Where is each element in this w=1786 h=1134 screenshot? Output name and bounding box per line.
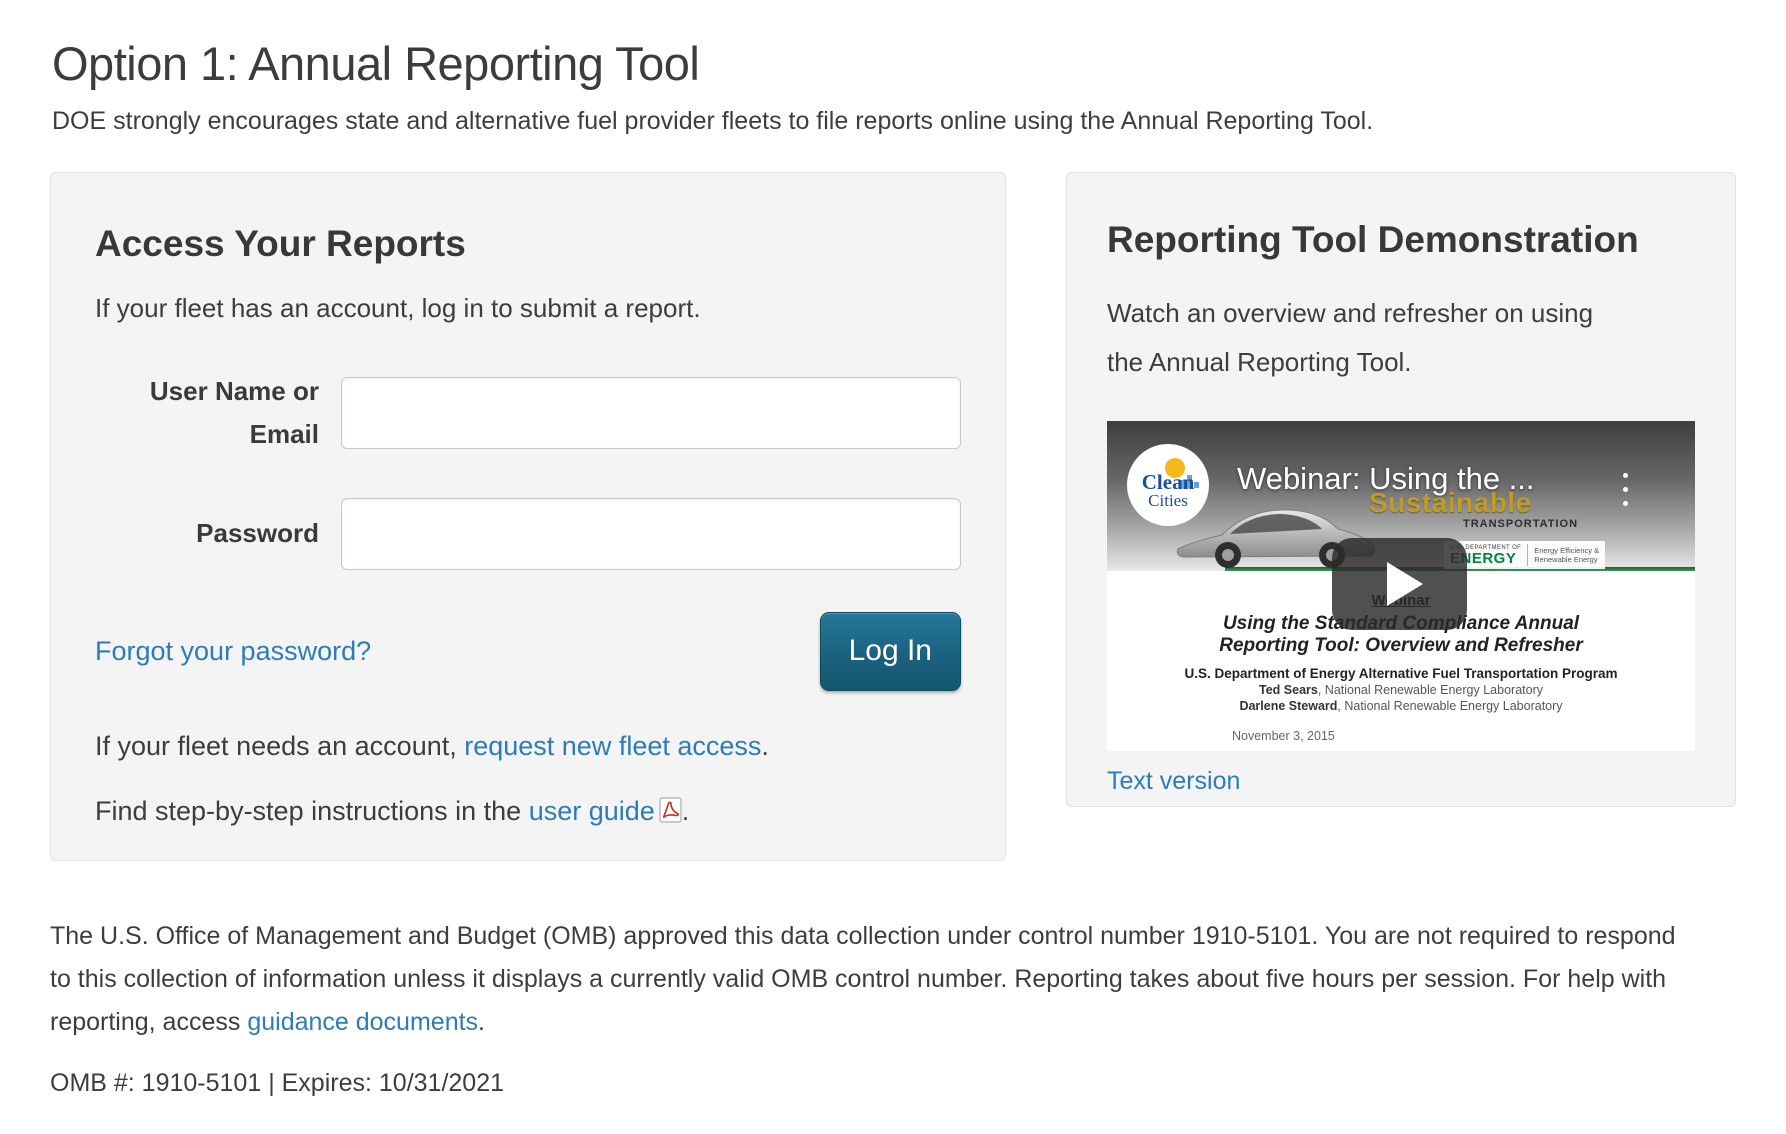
access-reports-card: Access Your Reports If your fleet has an… xyxy=(50,172,1006,861)
omb-line1: The U.S. Office of Management and Budget… xyxy=(50,922,1676,950)
username-input[interactable] xyxy=(341,377,961,449)
omb-number-line: OMB #: 1910-5101 | Expires: 10/31/2021 xyxy=(50,1069,1736,1098)
demo-card-intro: Watch an overview and refresher on using… xyxy=(1107,289,1695,387)
username-row: User Name or Email xyxy=(95,370,961,456)
demo-intro-line1: Watch an overview and refresher on using xyxy=(1107,298,1593,328)
page-title: Option 1: Annual Reporting Tool xyxy=(52,36,1736,91)
transportation-watermark: TRANSPORTATION xyxy=(1463,518,1578,530)
user-guide-link[interactable]: user guide xyxy=(529,796,655,826)
presenter2-name: Darlene Steward xyxy=(1239,699,1337,713)
request-access-prefix: If your fleet needs an account, xyxy=(95,731,464,761)
slide-presenter-2: Darlene Steward, National Renewable Ener… xyxy=(1107,699,1695,713)
demo-card: Reporting Tool Demonstration Watch an ov… xyxy=(1066,172,1736,807)
kebab-menu-icon[interactable] xyxy=(1621,473,1629,515)
user-guide-prefix: Find step-by-step instructions in the xyxy=(95,796,529,826)
user-guide-line: Find step-by-step instructions in the us… xyxy=(95,796,961,827)
omb-line3-suffix: . xyxy=(478,1008,485,1036)
password-label: Password xyxy=(95,512,319,555)
doe-energy-logo: U.S. DEPARTMENT OF ENERGY Energy Efficie… xyxy=(1444,541,1605,569)
password-label-text: Password xyxy=(196,518,319,548)
energy-logo-sub-line2: Renewable Energy xyxy=(1534,555,1599,564)
clean-cities-logo: Clean Cities xyxy=(1127,444,1209,526)
text-version-link[interactable]: Text version xyxy=(1107,767,1240,796)
slide-organization: U.S. Department of Energy Alternative Fu… xyxy=(1107,666,1695,681)
slide-title-line2: Reporting Tool: Overview and Refresher xyxy=(1219,635,1583,656)
play-button[interactable] xyxy=(1332,538,1467,630)
energy-logo-sub-line1: Energy Efficiency & xyxy=(1534,546,1599,555)
demo-intro-line2: the Annual Reporting Tool. xyxy=(1107,347,1412,377)
presenter2-affiliation: , National Renewable Energy Laboratory xyxy=(1337,699,1562,713)
omb-paragraph: The U.S. Office of Management and Budget… xyxy=(50,915,1736,1044)
slide-presenter-1: Ted Sears, National Renewable Energy Lab… xyxy=(1107,683,1695,697)
omb-line3-prefix: reporting, access xyxy=(50,1008,247,1036)
username-label: User Name or Email xyxy=(95,370,319,456)
log-in-button[interactable]: Log In xyxy=(820,612,961,691)
request-access-suffix: . xyxy=(761,731,769,761)
clean-cities-logo-line2: Cities xyxy=(1127,491,1209,511)
request-new-fleet-access-link[interactable]: request new fleet access xyxy=(464,731,761,761)
user-guide-suffix: . xyxy=(682,796,690,826)
webinar-video-thumbnail[interactable]: Clean Cities Webinar: Using the ... Sust… xyxy=(1107,421,1695,751)
password-row: Password xyxy=(95,498,961,570)
cards-row: Access Your Reports If your fleet has an… xyxy=(50,172,1736,861)
page-subtitle: DOE strongly encourages state and altern… xyxy=(52,107,1736,136)
request-access-line: If your fleet needs an account, request … xyxy=(95,731,961,762)
energy-logo-divider xyxy=(1527,544,1528,566)
access-card-heading: Access Your Reports xyxy=(95,223,961,265)
presenter1-name: Ted Sears xyxy=(1259,683,1318,697)
slide-date: November 3, 2015 xyxy=(1107,729,1695,743)
pdf-icon xyxy=(659,797,682,823)
login-actions-row: Forgot your password? Log In xyxy=(95,612,961,691)
guidance-documents-link[interactable]: guidance documents xyxy=(247,1008,478,1036)
play-icon xyxy=(1387,562,1423,606)
omb-line2: to this collection of information unless… xyxy=(50,965,1666,993)
access-card-intro: If your fleet has an account, log in to … xyxy=(95,293,961,324)
demo-card-heading: Reporting Tool Demonstration xyxy=(1107,219,1695,261)
password-input[interactable] xyxy=(341,498,961,570)
forgot-password-link[interactable]: Forgot your password? xyxy=(95,636,371,667)
presenter1-affiliation: , National Renewable Energy Laboratory xyxy=(1318,683,1543,697)
username-label-line1: User Name xyxy=(150,376,286,406)
login-form: User Name or Email Password xyxy=(95,370,961,570)
video-overlay-title: Webinar: Using the ... xyxy=(1237,461,1535,497)
page: Option 1: Annual Reporting Tool DOE stro… xyxy=(0,0,1786,1098)
